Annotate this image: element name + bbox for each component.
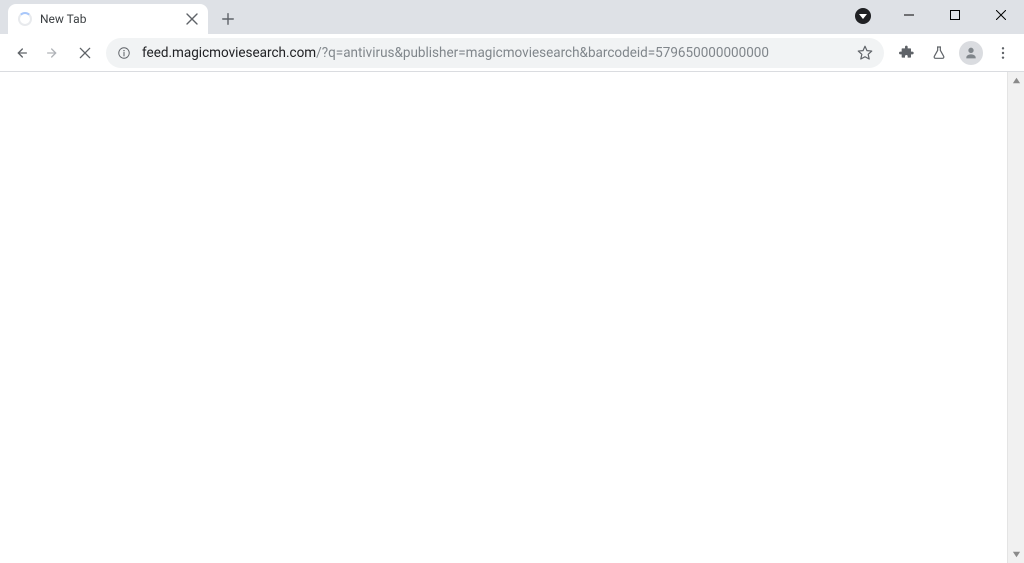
browser-toolbar: feed.magicmoviesearch.com/?q=antivirus&p… — [0, 34, 1024, 72]
close-icon — [996, 10, 1006, 20]
chevron-down-circle-icon — [855, 8, 871, 24]
puzzle-icon — [899, 45, 915, 61]
window-close-button[interactable] — [978, 0, 1024, 30]
active-tab[interactable]: New Tab — [8, 4, 208, 34]
stop-button[interactable] — [70, 38, 100, 68]
scroll-down-button[interactable] — [1008, 546, 1024, 563]
arrow-left-icon — [13, 45, 29, 61]
close-icon — [184, 11, 200, 27]
url-path-and-query: /?q=antivirus&publisher=magicmoviesearch… — [316, 45, 769, 61]
plus-icon — [221, 12, 235, 26]
profile-button[interactable] — [956, 38, 986, 68]
forward-button — [38, 38, 68, 68]
toolbar-right-icons — [892, 38, 1018, 68]
tab-title: New Tab — [40, 12, 184, 26]
url-text: feed.magicmoviesearch.com/?q=antivirus&p… — [142, 45, 848, 61]
window-controls — [852, 0, 1024, 34]
vertical-scrollbar[interactable] — [1007, 72, 1024, 563]
triangle-up-icon — [1012, 76, 1021, 85]
loading-spinner-icon — [18, 12, 32, 26]
url-host: feed.magicmoviesearch.com — [142, 45, 316, 61]
maximize-icon — [950, 10, 960, 20]
menu-button[interactable] — [988, 38, 1018, 68]
star-icon — [856, 44, 874, 62]
site-info-button[interactable] — [116, 45, 132, 61]
update-indicator[interactable] — [852, 5, 874, 27]
extensions-button[interactable] — [892, 38, 922, 68]
arrow-right-icon — [45, 45, 61, 61]
tab-strip: New Tab — [0, 0, 1024, 34]
address-bar[interactable]: feed.magicmoviesearch.com/?q=antivirus&p… — [106, 38, 884, 68]
back-button[interactable] — [6, 38, 36, 68]
labs-button[interactable] — [924, 38, 954, 68]
scroll-track[interactable] — [1008, 89, 1024, 546]
more-vertical-icon — [995, 45, 1011, 61]
bookmark-button[interactable] — [856, 44, 874, 62]
avatar-icon — [959, 41, 983, 65]
triangle-down-icon — [1012, 550, 1021, 559]
close-icon — [77, 45, 93, 61]
info-icon — [117, 46, 131, 60]
new-tab-button[interactable] — [214, 5, 242, 33]
flask-icon — [931, 45, 947, 61]
scroll-up-button[interactable] — [1008, 72, 1024, 89]
window-minimize-button[interactable] — [886, 0, 932, 30]
window-maximize-button[interactable] — [932, 0, 978, 30]
tab-close-button[interactable] — [184, 11, 200, 27]
page-viewport — [0, 72, 1024, 563]
minimize-icon — [904, 10, 914, 20]
